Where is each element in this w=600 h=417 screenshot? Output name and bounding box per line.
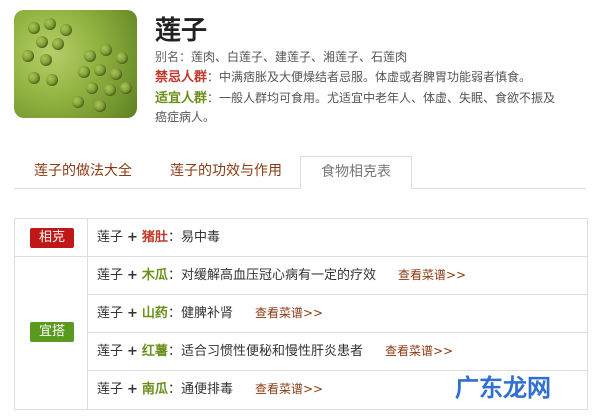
pair-food: 南瓜: [141, 382, 168, 397]
suitable-label: 适宜人群: [155, 91, 208, 106]
plus-sign: +: [127, 344, 138, 359]
lotus-seed-photo: [14, 10, 137, 118]
view-recipe-link[interactable]: 查看菜谱>>: [255, 382, 323, 396]
pair-effect: ：对缓解高血压冠心病有一定的疗效: [167, 268, 376, 283]
taboo-label: 禁忌人群: [155, 70, 208, 85]
view-recipe-link[interactable]: 查看菜谱>>: [255, 306, 323, 320]
view-recipe-link[interactable]: 查看菜谱>>: [398, 268, 466, 282]
table-row: 莲子 + 木瓜：对缓解高血压冠心病有一定的疗效 查看菜谱>>: [88, 257, 587, 295]
taboo-text: ：中满痞胀及大便燥结者忌服。体虚或者脾胃功能弱者慎食。: [207, 70, 532, 84]
alias-label: 别名：: [155, 50, 192, 64]
tab-food-compatibility[interactable]: 食物相克表: [300, 156, 412, 190]
plus-sign: +: [127, 306, 138, 321]
tab-recipes[interactable]: 莲子的做法大全: [34, 156, 132, 187]
suitable-line-2: 癌症病人。: [155, 110, 216, 124]
table-row: 莲子 + 山药：健脾补肾 查看菜谱>>: [88, 295, 587, 333]
page-title: 莲子: [155, 16, 208, 46]
food-name: 莲子: [97, 344, 124, 359]
category-column: 相克 宜搭: [15, 219, 88, 409]
suitable-text: ：一般人群均可食用。尤适宜中老年人、体虚、失眠、食欲不振及: [207, 91, 556, 105]
tab-benefits[interactable]: 莲子的功效与作用: [170, 156, 282, 187]
pair-food: 木瓜: [141, 268, 168, 283]
table-row: 莲子 + 猪肚：易中毒: [88, 219, 587, 257]
plus-sign: +: [127, 230, 138, 245]
pair-food: 红薯: [141, 344, 168, 359]
alias-text: 莲肉、白莲子、建莲子、湘莲子、石莲肉: [191, 50, 408, 64]
suitable-line: 适宜人群：一般人群均可食用。尤适宜中老年人、体虚、失眠、食欲不振及: [155, 89, 555, 108]
category-divider: [15, 256, 87, 257]
pair-effect: ：健脾补肾: [167, 306, 233, 321]
food-name: 莲子: [97, 306, 124, 321]
pair-effect: ：适合习惯性便秘和慢性肝炎患者: [167, 344, 363, 359]
tab-bar: 莲子的做法大全 莲子的功效与作用 食物相克表: [14, 156, 586, 190]
alias-line: 别名：莲肉、白莲子、建莲子、湘莲子、石莲肉: [155, 48, 407, 66]
pair-effect: ：通便排毒: [167, 382, 233, 397]
plus-sign: +: [127, 268, 138, 283]
table-row: 莲子 + 红薯：适合习惯性便秘和慢性肝炎患者 查看菜谱>>: [88, 333, 587, 371]
pair-food: 山药: [141, 306, 168, 321]
view-recipe-link[interactable]: 查看菜谱>>: [385, 344, 453, 358]
suitable-badge: 宜搭: [30, 322, 74, 342]
food-name: 莲子: [97, 268, 124, 283]
pair-food: 猪肚: [141, 230, 168, 245]
conflict-badge: 相克: [30, 228, 74, 248]
pair-effect: ：易中毒: [167, 230, 220, 245]
taboo-line: 禁忌人群：中满痞胀及大便燥结者忌服。体虚或者脾胃功能弱者慎食。: [155, 68, 531, 87]
food-name: 莲子: [97, 382, 124, 397]
food-name: 莲子: [97, 230, 124, 245]
site-watermark: 广东龙网: [455, 374, 551, 402]
plus-sign: +: [127, 382, 138, 397]
